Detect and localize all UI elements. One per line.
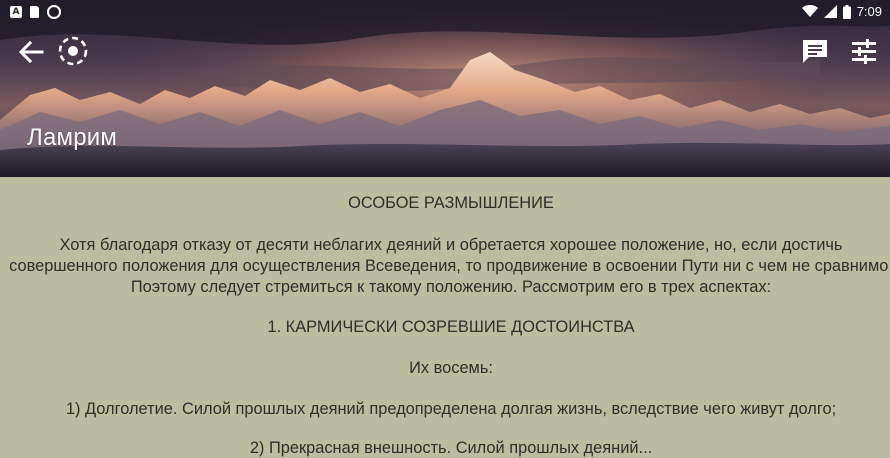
circle-notification-icon bbox=[47, 5, 61, 19]
list-intro: Их восемь: bbox=[409, 359, 493, 377]
status-time: 7:09 bbox=[856, 4, 882, 19]
battery-icon bbox=[842, 4, 851, 19]
subsection-heading: 1. КАРМИЧЕСКИ СОЗРЕВШИЕ ДОСТОИНСТВА bbox=[267, 318, 635, 336]
intro-paragraph: Хотя благодаря отказу от десяти неблагих… bbox=[9, 236, 890, 296]
wifi-icon bbox=[801, 5, 818, 17]
settings-tune-button[interactable] bbox=[850, 37, 878, 65]
tune-icon bbox=[852, 39, 876, 64]
comment-button[interactable] bbox=[801, 37, 829, 65]
list-item: 2) Прекрасная внешность. Силой прошлых д… bbox=[249, 439, 653, 457]
back-arrow-icon bbox=[18, 40, 44, 64]
back-button[interactable] bbox=[18, 40, 44, 64]
status-left-icons: A bbox=[10, 5, 61, 19]
signal-icon bbox=[823, 5, 837, 18]
mountain-banner-image bbox=[0, 0, 890, 177]
status-right-icons: 7:09 bbox=[801, 4, 882, 19]
comment-icon bbox=[803, 40, 827, 63]
reading-content: ОСОБОЕ РАЗМЫШЛЕНИЕ Хотя благодаря отказу… bbox=[0, 177, 890, 457]
sd-card-icon bbox=[30, 6, 39, 18]
section-heading: ОСОБОЕ РАЗМЫШЛЕНИЕ bbox=[348, 194, 554, 212]
focus-mode-button[interactable] bbox=[57, 35, 89, 67]
focus-mode-icon bbox=[58, 36, 88, 66]
list-item: 1) Долголетие. Силой прошлых деяний пред… bbox=[65, 400, 837, 418]
app-a-icon: A bbox=[10, 6, 22, 18]
page-title: Ламрим bbox=[27, 124, 118, 151]
header-banner: A 7:09 Ламрим bbox=[0, 0, 890, 177]
status-bar: A 7:09 bbox=[0, 0, 890, 24]
